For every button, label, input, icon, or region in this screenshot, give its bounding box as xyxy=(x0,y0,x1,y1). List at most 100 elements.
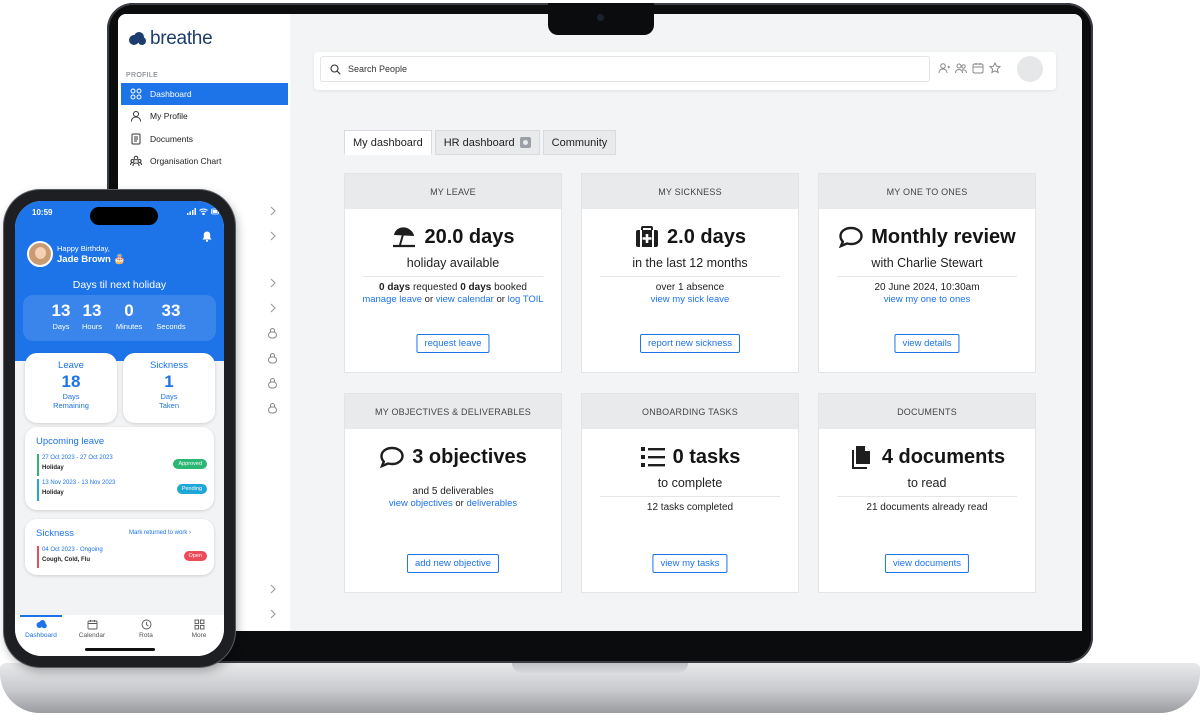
header-bar: Search People xyxy=(314,52,1056,90)
chevron-right-icon[interactable] xyxy=(268,231,278,241)
tab-more[interactable]: More xyxy=(179,619,219,639)
upcoming-leave-card[interactable]: Upcoming leave 27 Oct 2023 - 27 Oct 2023… xyxy=(25,427,214,510)
sickness-stat-card[interactable]: Sickness 1 Days Taken xyxy=(123,353,215,423)
lock-icon xyxy=(268,378,277,389)
tab-rota[interactable]: Rota xyxy=(126,619,166,639)
card-title-text: 2.0 days xyxy=(667,225,746,248)
search-input[interactable]: Search People xyxy=(320,56,930,82)
card-divider xyxy=(600,496,780,497)
active-tab-indicator xyxy=(20,615,62,617)
tab-label: HR dashboard xyxy=(443,136,515,149)
card-header: MY SICKNESS xyxy=(582,174,798,209)
card-onboarding-tasks: ONBOARDING TASKS 0 tasks to complete 12 … xyxy=(581,393,799,593)
avatar[interactable] xyxy=(1017,56,1043,82)
countdown-unit: Minutes xyxy=(115,322,143,331)
view-objectives-link[interactable]: view objectives xyxy=(389,498,453,509)
report-new-sickness-button[interactable]: report new sickness xyxy=(640,334,740,353)
link-separator: or xyxy=(493,294,508,305)
laptop-base-lip xyxy=(512,663,688,673)
tab-community[interactable]: Community xyxy=(542,130,617,155)
status-badge: Open xyxy=(183,551,207,561)
greeting-text: Happy Birthday, xyxy=(57,244,110,253)
link-separator: or xyxy=(422,294,436,305)
stat-caption: Taken xyxy=(158,401,179,410)
sidebar-item-my-profile[interactable]: My Profile xyxy=(121,105,288,127)
card-info-line: 20 June 2024, 10:30am xyxy=(874,282,980,293)
card-subtitle: in the last 12 months xyxy=(632,256,748,270)
sickness-card[interactable]: Sickness Mark returned to work › 04 Oct … xyxy=(25,519,214,575)
leave-stat-card[interactable]: Leave 18 Days Remaining xyxy=(25,353,117,423)
requested-days: 0 days xyxy=(379,282,411,293)
tab-dashboard[interactable]: Dashboard xyxy=(21,619,61,639)
phone-frame: 10:59 Happy Birthday, Jade Brown 🎂 Days … xyxy=(4,190,235,667)
org-chart-icon xyxy=(130,155,142,167)
list-item[interactable]: 04 Oct 2023 - Ongoing Cough, Cold, Flu O… xyxy=(37,546,207,568)
brand-logo[interactable]: breathe xyxy=(128,28,213,50)
countdown-value: 0 xyxy=(124,301,134,320)
chevron-right-icon[interactable] xyxy=(268,609,278,619)
add-new-objective-button[interactable]: add new objective xyxy=(406,554,500,573)
card-header: MY LEAVE xyxy=(345,174,561,209)
card-title: 4 documents xyxy=(819,445,1035,469)
chevron-right-icon[interactable] xyxy=(268,584,278,594)
lock-icon xyxy=(268,353,277,364)
calendar-icon[interactable] xyxy=(972,62,984,74)
card-info-line: over 1 absence xyxy=(655,282,725,293)
card-subtitle: to read xyxy=(907,476,947,490)
signal-icon xyxy=(187,208,196,215)
tab-hr-dashboard[interactable]: HR dashboard xyxy=(434,130,540,155)
view-documents-button[interactable]: view documents xyxy=(884,554,970,573)
sidebar-item-organisation-chart[interactable]: Organisation Chart xyxy=(121,150,288,172)
card-subtitle: with Charlie Stewart xyxy=(871,256,983,270)
booked-label: booked xyxy=(491,282,527,293)
document-icon xyxy=(131,133,141,145)
grid-icon xyxy=(130,88,142,100)
tab-my-dashboard[interactable]: My dashboard xyxy=(344,130,432,155)
documents-icon xyxy=(851,446,870,469)
list-item[interactable]: 13 Nov 2023 - 13 Nov 2023 Holiday Pendin… xyxy=(37,479,207,501)
bell-icon[interactable] xyxy=(202,231,212,242)
card-divider xyxy=(363,276,543,277)
card-links: view my sick leave xyxy=(582,294,798,305)
view-calendar-link[interactable]: view calendar xyxy=(436,294,494,305)
card-divider xyxy=(837,496,1017,497)
request-leave-button[interactable]: request leave xyxy=(416,334,490,353)
card-title: 2.0 days xyxy=(582,225,798,249)
card-title-text: 20.0 days xyxy=(424,225,515,248)
tab-label: My dashboard xyxy=(353,136,423,149)
countdown-title: Days til next holiday xyxy=(72,279,167,291)
manage-leave-link[interactable]: manage leave xyxy=(362,294,422,305)
card-my-leave: MY LEAVE 20.0 days holiday available 0 d… xyxy=(344,173,562,373)
link-separator: or xyxy=(452,498,467,509)
card-info-line: and 5 deliverables xyxy=(412,486,494,497)
sidebar-item-documents[interactable]: Documents xyxy=(121,128,288,150)
countdown-value: 13 xyxy=(51,301,71,320)
avatar[interactable] xyxy=(27,241,53,267)
leave-dates: 27 Oct 2023 - 27 Oct 2023 xyxy=(42,455,113,461)
mark-returned-link[interactable]: Mark returned to work › xyxy=(129,530,191,536)
tab-calendar[interactable]: Calendar xyxy=(72,619,112,639)
card-objectives: MY OBJECTIVES & DELIVERABLES 3 objective… xyxy=(344,393,562,593)
view-one-to-ones-link[interactable]: view my one to ones xyxy=(884,294,971,305)
log-toil-link[interactable]: log TOIL xyxy=(508,294,544,305)
chevron-right-icon[interactable] xyxy=(268,278,278,288)
status-bar xyxy=(37,546,39,568)
countdown-value: 13 xyxy=(82,301,102,320)
calendar-icon xyxy=(87,620,97,630)
list-item[interactable]: 27 Oct 2023 - 27 Oct 2023 Holiday Approv… xyxy=(37,454,207,476)
search-icon xyxy=(330,63,341,75)
view-sick-leave-link[interactable]: view my sick leave xyxy=(651,294,730,305)
star-icon[interactable] xyxy=(989,62,1001,74)
sidebar-item-dashboard[interactable]: Dashboard xyxy=(121,83,288,105)
view-details-button[interactable]: view details xyxy=(894,334,960,353)
deliverables-link[interactable]: deliverables xyxy=(466,498,517,509)
card-divider xyxy=(600,276,780,277)
tab-label: Dashboard xyxy=(25,632,57,639)
countdown-unit: Days xyxy=(52,322,70,331)
person-icon[interactable] xyxy=(938,62,950,74)
chevron-right-icon[interactable] xyxy=(268,303,278,313)
chevron-right-icon[interactable] xyxy=(268,206,278,216)
people-icon[interactable] xyxy=(955,62,967,74)
battery-icon xyxy=(211,208,219,215)
view-my-tasks-button[interactable]: view my tasks xyxy=(652,554,728,573)
